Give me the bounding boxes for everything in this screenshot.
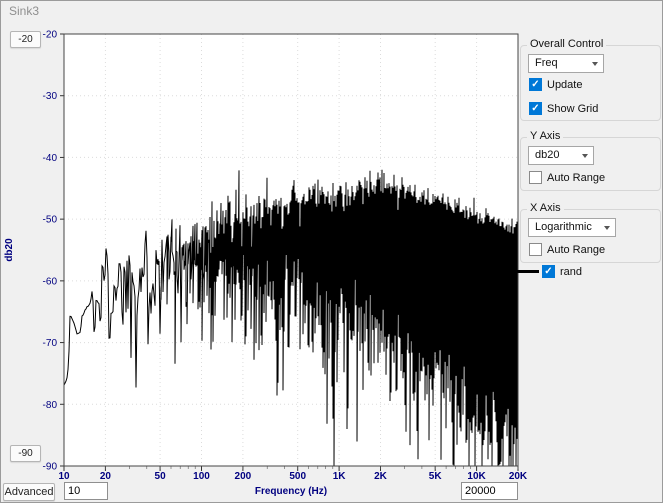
x-tick-label: 500 — [289, 471, 306, 482]
y-tick-label: -80 — [43, 400, 58, 411]
y-auto-range-checkbox-label: Auto Range — [547, 172, 605, 184]
y-axis-units-combo[interactable]: db20 — [528, 146, 594, 165]
x-tick-label: 20 — [100, 471, 112, 482]
y-tick-label: -20 — [43, 30, 58, 41]
show-grid-checkbox-label: Show Grid — [547, 103, 598, 115]
x-tick-label: 20K — [509, 471, 528, 482]
overall-control-group: Overall Control Freq Update Show Grid — [520, 45, 661, 121]
x-axis-scale-combo[interactable]: Logarithmic — [528, 218, 616, 237]
x-auto-range-checkbox[interactable]: Auto Range — [529, 243, 605, 256]
update-checkbox[interactable]: Update — [529, 78, 582, 91]
chevron-down-icon — [592, 62, 598, 66]
y-axis-units-combo-value: db20 — [535, 149, 559, 161]
y-tick-label: -30 — [43, 91, 58, 102]
x-max-input[interactable] — [461, 482, 518, 500]
y-axis-group: Y Axis db20 Auto Range — [520, 137, 661, 191]
x-tick-label: 2K — [374, 471, 388, 482]
x-axis-scale-combo-value: Logarithmic — [535, 221, 592, 233]
checkbox-box[interactable] — [542, 265, 555, 278]
y-axis-group-title: Y Axis — [527, 130, 563, 142]
chevron-down-icon — [604, 226, 610, 230]
y-tick-label: -90 — [43, 462, 58, 473]
overall-control-group-title: Overall Control — [527, 38, 606, 50]
show-grid-checkbox[interactable]: Show Grid — [529, 102, 598, 115]
x-axis-group-title: X Axis — [527, 202, 564, 214]
y-axis-min-button[interactable]: -90 — [10, 445, 41, 462]
y-tick-label: -50 — [43, 215, 58, 226]
overall-control-combo-value: Freq — [535, 57, 558, 69]
x-auto-range-checkbox-label: Auto Range — [547, 244, 605, 256]
x-tick-label: 5K — [429, 471, 443, 482]
x-tick-label: 200 — [235, 471, 252, 482]
x-axis-group: X Axis Logarithmic Auto Range — [520, 209, 661, 263]
x-axis-title: Frequency (Hz) — [255, 486, 327, 497]
checkbox-box[interactable] — [529, 78, 542, 91]
y-tick-label: -60 — [43, 276, 58, 287]
checkbox-box[interactable] — [529, 102, 542, 115]
x-tick-label: 10K — [467, 471, 486, 482]
y-axis-title: db20 — [4, 238, 15, 262]
legend-rand-checkbox[interactable]: rand — [542, 265, 582, 278]
chevron-down-icon — [582, 154, 588, 158]
checkbox-box[interactable] — [529, 243, 542, 256]
x-tick-label: 100 — [193, 471, 210, 482]
overall-control-combo[interactable]: Freq — [528, 54, 604, 73]
y-auto-range-checkbox[interactable]: Auto Range — [529, 171, 605, 184]
y-tick-label: -40 — [43, 153, 58, 164]
legend-rand-label: rand — [560, 266, 582, 278]
legend-line — [517, 270, 539, 273]
window: Sink3 1020501002005001K2K5K10K20K-20-30-… — [0, 0, 663, 503]
x-tick-label: 10 — [58, 471, 70, 482]
x-tick-label: 50 — [155, 471, 167, 482]
x-min-input[interactable] — [64, 482, 108, 500]
y-tick-label: -70 — [43, 338, 58, 349]
update-checkbox-label: Update — [547, 79, 582, 91]
checkbox-box[interactable] — [529, 171, 542, 184]
y-axis-max-button[interactable]: -20 — [10, 31, 41, 48]
x-tick-label: 1K — [333, 471, 347, 482]
advanced-button[interactable]: Advanced — [3, 483, 55, 501]
